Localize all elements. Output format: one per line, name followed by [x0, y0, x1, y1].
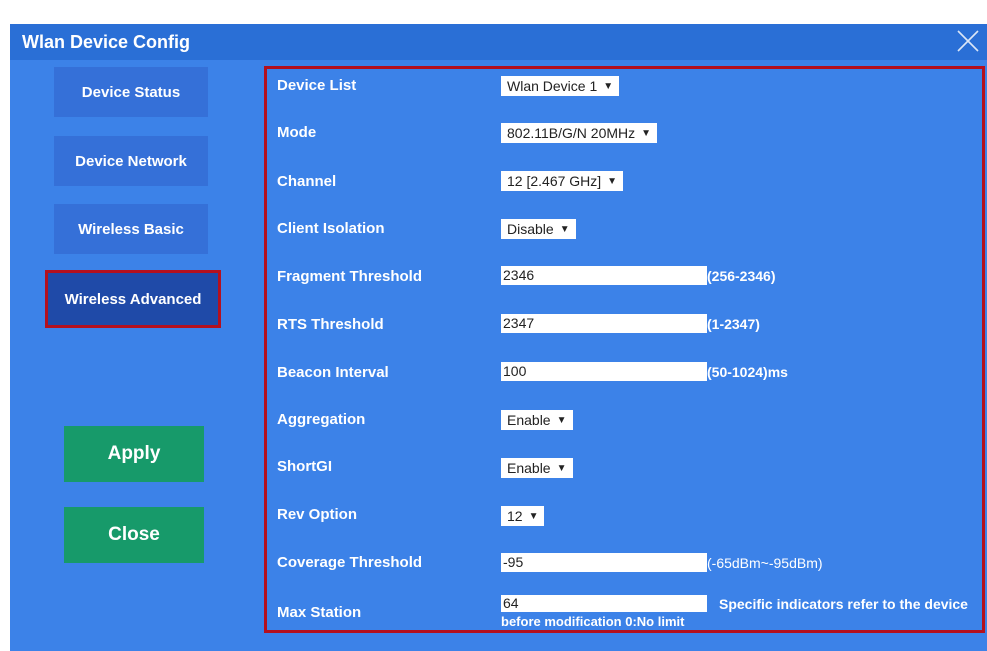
rev-option-value: 12	[507, 508, 523, 524]
rev-option-label: Rev Option	[277, 506, 358, 523]
client-isolation-value: Disable	[507, 221, 554, 237]
dropdown-arrow-icon: ▼	[556, 462, 567, 474]
coverage-threshold-hint: (-65dBm~-95dBm)	[707, 555, 823, 571]
sidebar-item-label: Device Network	[75, 152, 187, 170]
mode-label: Mode	[277, 124, 317, 141]
fragment-threshold-hint: (256-2346)	[707, 268, 776, 284]
channel-label: Channel	[277, 173, 337, 190]
rts-threshold-label: RTS Threshold	[277, 316, 384, 333]
max-station-hint-2: before modification 0:No limit	[501, 614, 685, 629]
coverage-threshold-input[interactable]: -95	[501, 553, 707, 572]
rev-option-select[interactable]: 12 ▼	[501, 506, 545, 526]
dropdown-arrow-icon: ▼	[528, 510, 539, 522]
advanced-settings-panel: Device List Wlan Device 1 ▼ Mode 802.11B/…	[264, 66, 985, 633]
sidebar-item-label: Wireless Advanced	[64, 290, 202, 308]
channel-select[interactable]: 12 [2.467 GHz] ▼	[501, 171, 624, 191]
close-button-label: Close	[108, 524, 160, 545]
beacon-interval-input[interactable]: 100	[501, 362, 707, 381]
sidebar-item-label: Wireless Basic	[78, 220, 184, 238]
client-isolation-select[interactable]: Disable ▼	[501, 219, 576, 239]
dropdown-arrow-icon: ▼	[556, 414, 567, 426]
dropdown-arrow-icon: ▼	[603, 80, 614, 92]
sidebar-item-wireless-advanced[interactable]: Wireless Advanced	[45, 270, 221, 328]
beacon-interval-label: Beacon Interval	[277, 364, 389, 381]
fragment-threshold-label: Fragment Threshold	[277, 268, 423, 285]
dropdown-arrow-icon: ▼	[607, 175, 618, 187]
short-gi-select[interactable]: Enable ▼	[501, 458, 573, 478]
beacon-interval-hint: (50-1024)ms	[707, 364, 788, 380]
apply-button-label: Apply	[107, 443, 161, 464]
fragment-threshold-input[interactable]: 2346	[501, 266, 707, 285]
aggregation-value: Enable	[507, 412, 551, 428]
dropdown-arrow-icon: ▼	[559, 223, 570, 235]
wlan-config-dialog: Wlan Device Config Device Status Device …	[10, 24, 987, 651]
sidebar-item-device-network[interactable]: Device Network	[54, 136, 208, 186]
aggregation-select[interactable]: Enable ▼	[501, 410, 573, 430]
sidebar-item-label: Device Status	[81, 83, 181, 101]
device-list-label: Device List	[277, 77, 357, 94]
client-isolation-label: Client Isolation	[277, 220, 385, 237]
mode-value: 802.11B/G/N 20MHz	[507, 125, 636, 141]
device-list-select[interactable]: Wlan Device 1 ▼	[501, 76, 620, 96]
max-station-input[interactable]: 64	[501, 595, 707, 612]
short-gi-value: Enable	[507, 460, 551, 476]
apply-button[interactable]: Apply	[64, 426, 204, 482]
close-button[interactable]: Close	[64, 507, 204, 563]
short-gi-label: ShortGI	[277, 458, 332, 475]
device-list-value: Wlan Device 1	[507, 78, 598, 94]
title-bar: Wlan Device Config	[10, 24, 987, 60]
sidebar-item-device-status[interactable]: Device Status	[54, 67, 208, 117]
coverage-threshold-label: Coverage Threshold	[277, 554, 423, 571]
max-station-hint: Specific indicators refer to the device	[719, 596, 968, 612]
channel-value: 12 [2.467 GHz]	[507, 173, 602, 189]
max-station-label: Max Station	[277, 604, 362, 621]
rts-threshold-hint: (1-2347)	[707, 316, 760, 332]
window-title: Wlan Device Config	[22, 32, 191, 52]
rts-threshold-input[interactable]: 2347	[501, 314, 707, 333]
mode-select[interactable]: 802.11B/G/N 20MHz ▼	[501, 123, 658, 143]
aggregation-label: Aggregation	[277, 411, 366, 428]
close-icon[interactable]	[955, 28, 981, 54]
dropdown-arrow-icon: ▼	[641, 127, 652, 139]
sidebar-item-wireless-basic[interactable]: Wireless Basic	[54, 204, 208, 254]
